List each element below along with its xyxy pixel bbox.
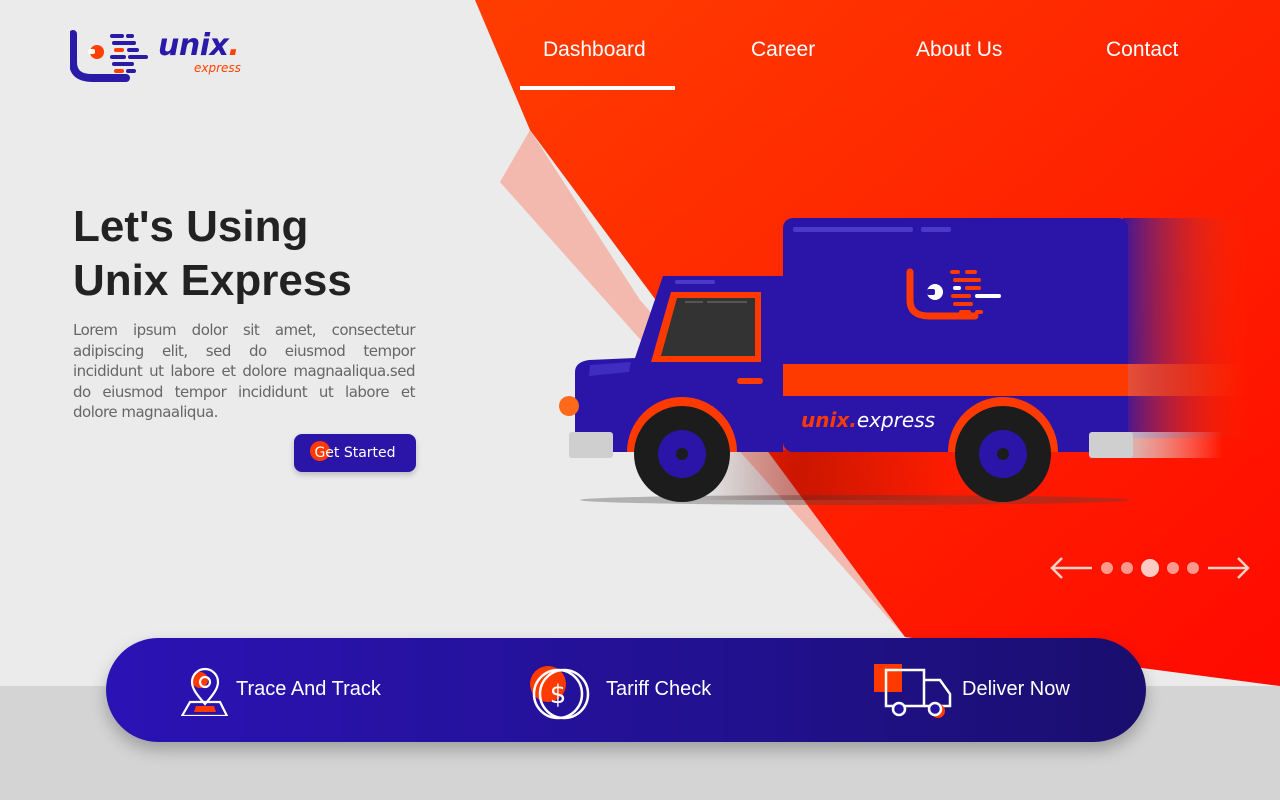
- nav-about-us[interactable]: About Us: [916, 38, 1002, 62]
- arrow-left-icon[interactable]: [1050, 556, 1094, 580]
- feature-trace-and-track[interactable]: Trace And Track: [180, 660, 400, 720]
- nav-contact[interactable]: Contact: [1106, 38, 1178, 62]
- brand-logo[interactable]: unix. express: [70, 28, 250, 84]
- slider-dot-5[interactable]: [1187, 562, 1199, 574]
- feature-tariff-check[interactable]: $ Tariff Check: [528, 660, 728, 720]
- truck-brand-text: unix: [801, 408, 850, 432]
- truck-brand-dot: .: [849, 408, 857, 432]
- logo-wordmark: unix.: [158, 28, 240, 63]
- feature-tariff-check-label: Tariff Check: [606, 678, 712, 700]
- nav-career[interactable]: Career: [751, 38, 815, 62]
- hero-title: Let's Using Unix Express: [73, 200, 352, 308]
- unix-logo-icon: [70, 30, 148, 82]
- truck-brand-sub: express: [857, 408, 935, 432]
- slider-dot-2[interactable]: [1121, 562, 1133, 574]
- nav-active-indicator: [520, 86, 675, 90]
- svg-text:unix.express: unix.express: [801, 408, 935, 432]
- feature-deliver-now[interactable]: Deliver Now: [874, 660, 1094, 720]
- hero-description: Lorem ipsum dolor sit amet, consectetur …: [73, 321, 416, 421]
- svg-text:$: $: [550, 680, 567, 710]
- map-pin-icon: [180, 667, 229, 716]
- feature-deliver-now-label: Deliver Now: [962, 678, 1070, 700]
- logo-tagline: express: [194, 61, 241, 75]
- dollar-coin-icon: $: [530, 666, 590, 720]
- get-started-label: Get Started: [314, 445, 396, 461]
- slider-dot-4[interactable]: [1167, 562, 1179, 574]
- arrow-right-icon[interactable]: [1206, 556, 1250, 580]
- feature-trace-and-track-label: Trace And Track: [236, 678, 381, 700]
- landing-page: unix. express Dashboard Career About Us …: [0, 0, 1280, 800]
- services-bar: Trace And Track $ Tariff Check Deliver N…: [106, 638, 1146, 742]
- nav-dashboard[interactable]: Dashboard: [543, 38, 646, 62]
- slider-dot-3-active[interactable]: [1141, 559, 1159, 577]
- get-started-button[interactable]: Get Started: [294, 434, 416, 472]
- slider-dot-1[interactable]: [1101, 562, 1113, 574]
- delivery-truck-icon: [874, 664, 952, 718]
- slider-controls: [1050, 552, 1250, 584]
- hero-title-line2: Unix Express: [73, 256, 352, 305]
- delivery-truck-illustration: unix.express: [559, 218, 1248, 505]
- hero-title-line1: Let's Using: [73, 202, 309, 251]
